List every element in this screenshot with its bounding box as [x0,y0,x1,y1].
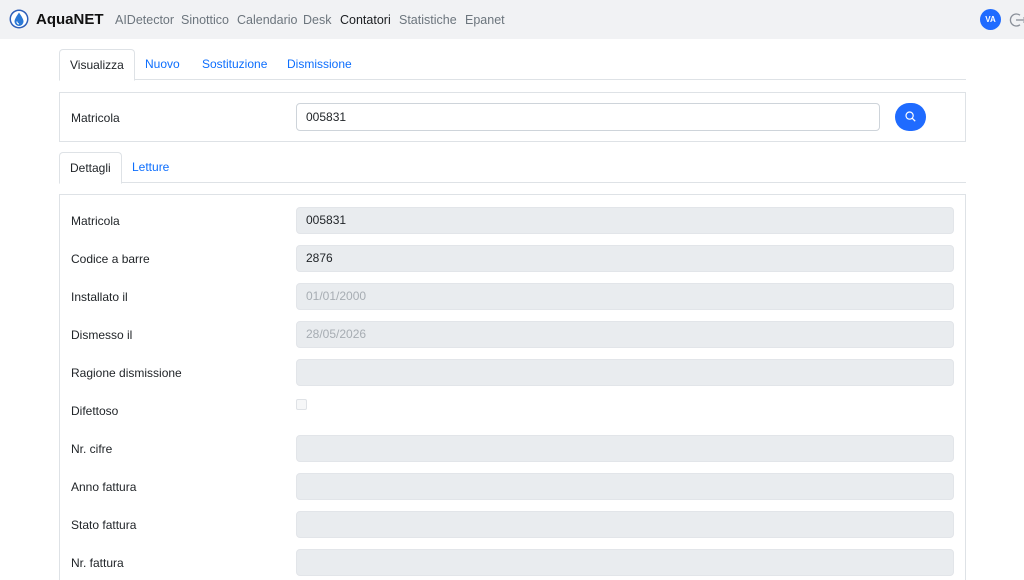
codice-barre-label: Codice a barre [71,252,150,266]
ragione-dismissione-field[interactable] [296,359,954,386]
nav-item-contatori[interactable]: Contatori [340,12,391,28]
stato-fattura-field[interactable] [296,511,954,538]
tab-dismissione[interactable]: Dismissione [277,49,362,80]
search-icon [905,111,916,122]
nr-fattura-label: Nr. fattura [71,556,124,570]
dismesso-label: Dismesso il [71,328,133,342]
anno-fattura-label: Anno fattura [71,480,137,494]
detail-tabs: Dettagli Letture [59,152,966,184]
search-label: Matricola [71,111,120,125]
top-navbar: AquaNET AIDetector Sinottico Calendario … [0,0,1024,39]
dismesso-date-field[interactable]: 28/05/2026 [296,321,954,348]
logout-icon[interactable] [1009,11,1024,29]
matricola-label: Matricola [71,214,120,228]
tab-sostituzione[interactable]: Sostituzione [192,49,277,80]
nav-item-calendario[interactable]: Calendario [237,12,297,28]
nr-cifre-field[interactable] [296,435,954,462]
stato-fattura-label: Stato fattura [71,518,137,532]
brand-name[interactable]: AquaNET [36,11,104,29]
nr-fattura-field[interactable] [296,549,954,576]
details-card: Matricola 005831 Codice a barre 2876 Ins… [59,194,966,580]
search-button[interactable] [895,103,926,131]
difettoso-checkbox[interactable] [296,399,307,410]
installato-label: Installato il [71,290,128,304]
difettoso-label: Difettoso [71,404,119,418]
tab-dettagli[interactable]: Dettagli [59,152,122,184]
tab-visualizza[interactable]: Visualizza [59,49,135,81]
nav-item-aidetector[interactable]: AIDetector [115,12,174,28]
codice-barre-field[interactable]: 2876 [296,245,954,272]
nr-cifre-label: Nr. cifre [71,442,113,456]
search-card: Matricola [59,92,966,142]
ragione-dismissione-label: Ragione dismissione [71,366,182,380]
tab-nuovo[interactable]: Nuovo [135,49,190,80]
matricola-field[interactable]: 005831 [296,207,954,234]
tab-letture[interactable]: Letture [122,152,179,183]
water-drop-logo-icon[interactable] [9,9,29,29]
nav-item-epanet[interactable]: Epanet [465,12,505,28]
installato-date-field[interactable]: 01/01/2000 [296,283,954,310]
nav-item-desk[interactable]: Desk [303,12,331,28]
matricola-search-input[interactable] [296,103,880,131]
user-avatar[interactable]: VA [980,9,1001,30]
anno-fattura-field[interactable] [296,473,954,500]
main-tabs: Visualizza Nuovo Sostituzione Dismission… [59,49,966,81]
nav-item-statistiche[interactable]: Statistiche [399,12,457,28]
nav-item-sinottico[interactable]: Sinottico [181,12,229,28]
